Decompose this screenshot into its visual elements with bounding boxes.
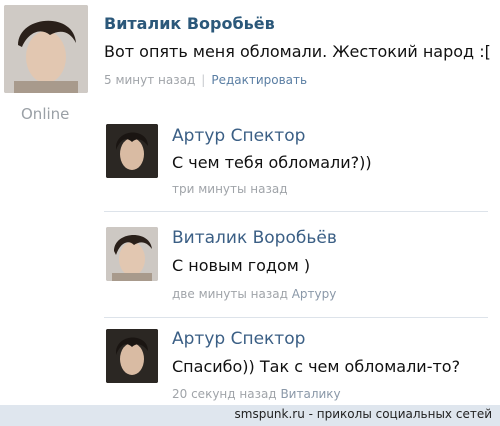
comment-meta: три минуты назад <box>172 182 288 196</box>
comment-avatar[interactable] <box>106 329 158 383</box>
comment-divider <box>104 211 488 212</box>
comment-meta: две минуты назад Артуру <box>172 287 336 301</box>
comment-time[interactable]: три минуты назад <box>172 182 288 196</box>
reply-to-link[interactable]: Артуру <box>292 287 337 301</box>
comment-text: Спасибо)) Так с чем обломали-то? <box>172 357 461 376</box>
post-author-link[interactable]: Виталик Воробьёв <box>104 14 275 33</box>
post-meta: 5 минут назад | Редактировать <box>104 73 307 87</box>
post-time[interactable]: 5 минут назад <box>104 73 195 87</box>
comment-text: С чем тебя обломали?)) <box>172 153 372 172</box>
comment-author-link[interactable]: Артур Спектор <box>172 329 305 349</box>
user-photo-icon <box>4 5 88 93</box>
watermark-bar: smspunk.ru - приколы социальных сетей <box>0 405 500 426</box>
comment-author-link[interactable]: Артур Спектор <box>172 126 305 146</box>
post-text: Вот опять меня обломали. Жестокий народ … <box>104 42 491 61</box>
comment-author-link[interactable]: Виталик Воробьёв <box>172 228 337 248</box>
comment-time[interactable]: 20 секунд назад <box>172 387 277 401</box>
comment-avatar[interactable] <box>106 124 158 178</box>
meta-separator: | <box>201 73 206 87</box>
reply-to-link[interactable]: Виталику <box>280 387 340 401</box>
comment-time[interactable]: две минуты назад <box>172 287 288 301</box>
author-avatar[interactable] <box>4 5 88 93</box>
comment-text: С новым годом ) <box>172 256 311 275</box>
user-photo-icon <box>106 329 158 383</box>
comment-meta: 20 секунд назад Виталику <box>172 387 341 401</box>
comment-divider <box>104 317 488 318</box>
user-photo-icon <box>106 124 158 178</box>
watermark-text: smspunk.ru - приколы социальных сетей <box>234 407 492 421</box>
user-photo-icon <box>106 227 158 281</box>
online-status: Online <box>21 105 70 123</box>
comment-avatar[interactable] <box>106 227 158 281</box>
edit-link[interactable]: Редактировать <box>211 73 307 87</box>
